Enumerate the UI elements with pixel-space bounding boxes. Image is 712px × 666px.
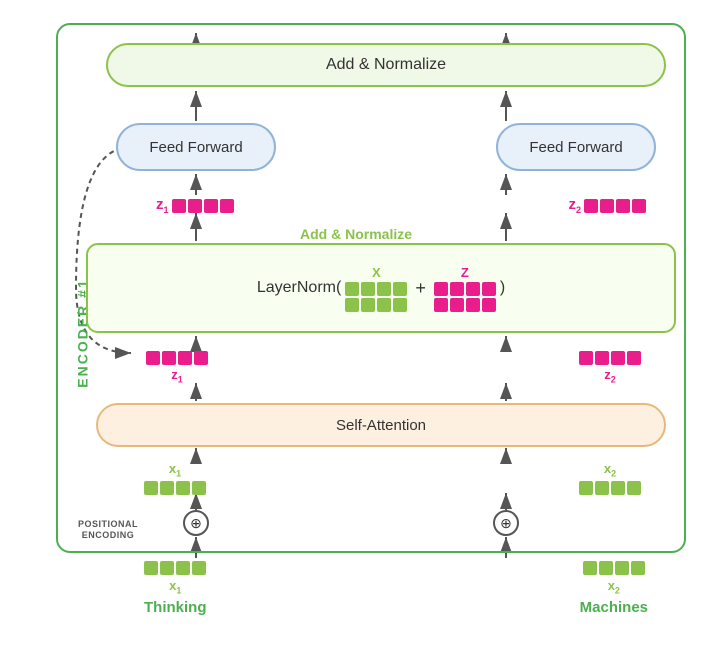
green-block xyxy=(595,481,609,495)
pink-block xyxy=(482,298,496,312)
pink-block xyxy=(616,199,630,213)
x1-bottom-section: x1 Thinking xyxy=(144,561,207,616)
x1-input-section: x1 xyxy=(144,461,206,495)
green-block xyxy=(144,561,158,575)
green-block xyxy=(160,481,174,495)
self-attention-box: Self-Attention xyxy=(96,403,666,447)
pink-block xyxy=(611,351,625,365)
layernorm-text: LayerNorm( xyxy=(257,279,341,297)
z-variable-label: Z xyxy=(461,265,469,280)
green-block xyxy=(377,282,391,296)
z2-section-top: z2 xyxy=(568,196,646,215)
z2-label-top: z2 xyxy=(568,196,581,215)
pink-block xyxy=(450,298,464,312)
green-block xyxy=(579,481,593,495)
x1-green-blocks xyxy=(144,481,206,495)
add-normalize-top: Add & Normalize xyxy=(106,43,666,87)
add-normalize-middle-label: Add & Normalize xyxy=(300,226,412,242)
z1-mid-section: z1 xyxy=(146,351,208,385)
word2-label: Machines xyxy=(580,599,648,616)
pink-block xyxy=(466,282,480,296)
layernorm-content: LayerNorm( X + Z xyxy=(257,265,505,312)
x1-input-label: x1 xyxy=(169,461,181,479)
pink-block xyxy=(434,298,448,312)
x2-subscript: x2 xyxy=(608,578,620,596)
pink-block xyxy=(632,199,646,213)
green-block xyxy=(192,481,206,495)
pink-block xyxy=(466,298,480,312)
green-block xyxy=(345,298,359,312)
z1-mid-pink-blocks xyxy=(146,351,208,365)
z1-label-top: z1 xyxy=(156,196,169,215)
self-attention-label: Self-Attention xyxy=(336,417,426,434)
feed-forward-left: Feed Forward xyxy=(116,123,276,171)
diagram-container: ⊕ ⊕ ENCODER #1 Add & Normalize Feed Forw… xyxy=(16,13,696,653)
green-block xyxy=(345,282,359,296)
x1-subscript: x1 xyxy=(169,578,181,596)
pink-block xyxy=(600,199,614,213)
z2-mid-section: z2 xyxy=(579,351,641,385)
green-block xyxy=(583,561,597,575)
pink-block xyxy=(204,199,218,213)
pink-block xyxy=(188,199,202,213)
feed-forward-right: Feed Forward xyxy=(496,123,656,171)
green-block xyxy=(611,481,625,495)
word1-label: Thinking xyxy=(144,599,207,616)
feed-forward-left-label: Feed Forward xyxy=(149,139,242,156)
z-pink-blocks xyxy=(434,282,496,312)
green-block xyxy=(631,561,645,575)
pink-block xyxy=(595,351,609,365)
pink-block xyxy=(194,351,208,365)
z2-mid-pink-blocks xyxy=(579,351,641,365)
green-block xyxy=(377,298,391,312)
z2-mid-label: z2 xyxy=(604,367,616,385)
x2-input-section: x2 xyxy=(579,461,641,495)
green-block xyxy=(393,298,407,312)
green-block xyxy=(393,282,407,296)
z1-mid-label: z1 xyxy=(171,367,183,385)
x-green-blocks xyxy=(345,282,407,312)
plus-sign: + xyxy=(415,278,426,299)
layernorm-close: ) xyxy=(500,279,505,297)
pink-block xyxy=(146,351,160,365)
pink-block xyxy=(434,282,448,296)
z1-section-top: z1 xyxy=(156,196,234,215)
x2-green-blocks xyxy=(579,481,641,495)
pink-block xyxy=(584,199,598,213)
green-block xyxy=(176,561,190,575)
x1-bottom-blocks xyxy=(144,561,206,575)
pink-block xyxy=(162,351,176,365)
feed-forward-right-label: Feed Forward xyxy=(529,139,622,156)
green-block xyxy=(627,481,641,495)
x2-input-label: x2 xyxy=(604,461,616,479)
green-block xyxy=(361,282,375,296)
x-variable-label: X xyxy=(372,265,381,280)
pink-block xyxy=(627,351,641,365)
positional-encoding-label: POSITIONALENCODING xyxy=(78,519,138,541)
x2-bottom-section: x2 Machines xyxy=(580,561,648,616)
green-block xyxy=(599,561,613,575)
pink-block xyxy=(172,199,186,213)
green-block xyxy=(615,561,629,575)
green-block xyxy=(160,561,174,575)
pink-block xyxy=(178,351,192,365)
pink-block xyxy=(482,282,496,296)
pink-block xyxy=(579,351,593,365)
x2-bottom-blocks xyxy=(583,561,645,575)
green-block xyxy=(361,298,375,312)
layernorm-box: LayerNorm( X + Z xyxy=(86,243,676,333)
green-block xyxy=(144,481,158,495)
z2-pink-blocks-top xyxy=(584,199,646,213)
add-normalize-top-label: Add & Normalize xyxy=(326,56,446,74)
green-block xyxy=(192,561,206,575)
z1-pink-blocks-top xyxy=(172,199,234,213)
pink-block xyxy=(450,282,464,296)
pink-block xyxy=(220,199,234,213)
green-block xyxy=(176,481,190,495)
